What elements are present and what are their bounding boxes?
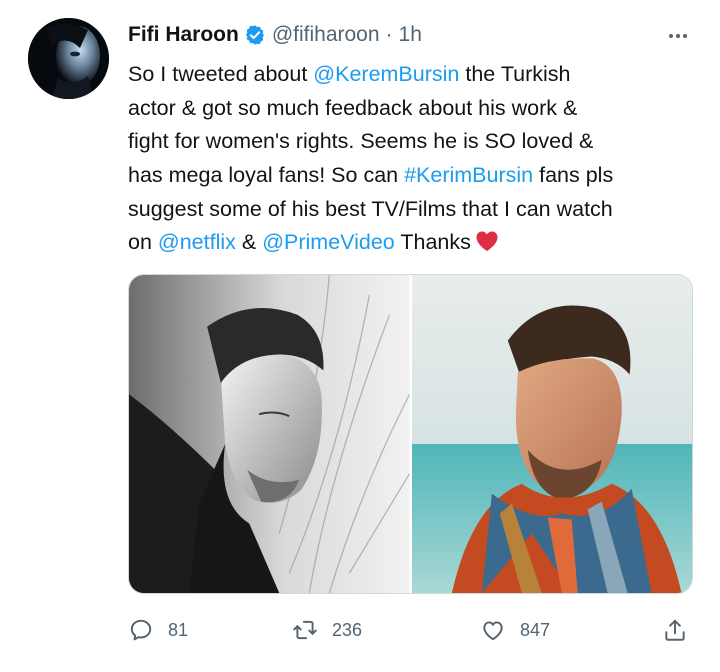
tweet-text-segment: on bbox=[128, 230, 158, 255]
tweet-text-line: suggest some of his best TV/Films that I… bbox=[128, 193, 708, 227]
more-dot bbox=[683, 34, 687, 38]
retweet-count: 236 bbox=[332, 619, 363, 640]
tweet-text-segment: has mega loyal fans! So can bbox=[128, 163, 405, 188]
reply-count: 81 bbox=[168, 619, 189, 640]
reply-icon bbox=[128, 617, 154, 643]
tweet-text-segment: fight for women's rights. Seems he is SO… bbox=[128, 129, 594, 154]
retweet-icon bbox=[292, 617, 318, 643]
heart-outline-icon bbox=[480, 617, 506, 643]
media-photo-black-white-portrait[interactable] bbox=[129, 275, 410, 593]
tweet-text-segment: fans pls bbox=[533, 163, 614, 188]
tweet-actions: 81 236 847 bbox=[128, 612, 693, 648]
avatar[interactable] bbox=[28, 18, 109, 99]
share-icon bbox=[662, 617, 688, 643]
media-photo-color-portrait-beach[interactable] bbox=[411, 275, 692, 593]
like-count: 847 bbox=[520, 619, 551, 640]
red-heart-emoji-icon bbox=[475, 230, 499, 252]
more-dot bbox=[669, 34, 673, 38]
tweet-text-segment: suggest some of his best TV/Films that I… bbox=[128, 196, 613, 221]
tweet-card[interactable]: Fifi Haroon @fifiharoon · 1h So I tweete… bbox=[0, 0, 720, 672]
tweet-text-line: So I tweeted about @KeremBursin the Turk… bbox=[128, 58, 708, 92]
tweet-text-line: has mega loyal fans! So can #KerimBursin… bbox=[128, 159, 708, 193]
tweet-text: So I tweeted about @KeremBursin the Turk… bbox=[128, 58, 708, 260]
tweet-text-segment: So I tweeted about bbox=[128, 62, 314, 86]
author-handle[interactable]: @fifiharoon bbox=[272, 23, 380, 47]
tweet-text-line: fight for women's rights. Seems he is SO… bbox=[128, 125, 708, 159]
tweet-text-segment: & bbox=[235, 230, 263, 255]
mention-link[interactable]: @KeremBursin bbox=[313, 62, 459, 86]
share-button[interactable] bbox=[662, 612, 688, 648]
like-button[interactable]: 847 bbox=[480, 612, 550, 648]
more-dot bbox=[676, 34, 680, 38]
retweet-button[interactable]: 236 bbox=[292, 612, 362, 648]
author-display-name[interactable]: Fifi Haroon bbox=[128, 23, 239, 47]
reply-button[interactable]: 81 bbox=[128, 612, 188, 648]
verified-badge-icon bbox=[244, 24, 266, 46]
tweet-text-segment: Thanks bbox=[394, 230, 471, 255]
more-options-icon[interactable] bbox=[662, 24, 694, 48]
media-grid bbox=[128, 274, 693, 594]
header-separator: · bbox=[385, 23, 393, 46]
tweet-text-line: on @netflix & @PrimeVideo Thanks bbox=[128, 226, 708, 260]
tweet-text-line: actor & got so much feedback about his w… bbox=[128, 92, 708, 126]
tweet-text-segment: actor & got so much feedback about his w… bbox=[128, 95, 578, 120]
hashtag-link[interactable]: #KerimBursin bbox=[404, 163, 533, 187]
tweet-timestamp[interactable]: 1h bbox=[399, 23, 422, 47]
tweet-text-segment: the Turkish bbox=[459, 62, 571, 86]
mention-link[interactable]: @PrimeVideo bbox=[262, 230, 395, 254]
tweet-header: Fifi Haroon @fifiharoon · 1h bbox=[128, 20, 422, 50]
mention-link[interactable]: @netflix bbox=[158, 230, 236, 254]
